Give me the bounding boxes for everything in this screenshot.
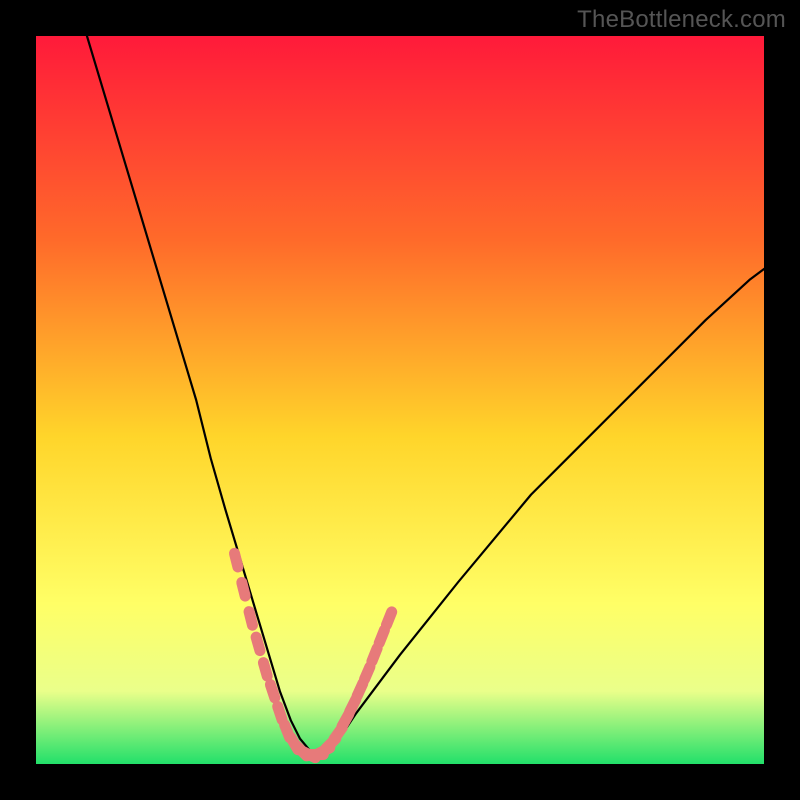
watermark-text: TheBottleneck.com xyxy=(577,6,786,34)
highlight-dot xyxy=(379,630,384,643)
chart-svg xyxy=(36,36,764,764)
highlight-dot xyxy=(249,612,252,626)
highlight-dot xyxy=(270,685,274,698)
highlight-dot xyxy=(235,553,238,567)
highlight-dot xyxy=(364,667,370,680)
outer-frame: TheBottleneck.com xyxy=(0,0,800,800)
highlight-dot xyxy=(256,637,260,650)
plot-area xyxy=(36,36,764,764)
highlight-dot xyxy=(350,700,356,713)
highlight-dot xyxy=(242,582,245,596)
highlight-dot xyxy=(263,663,267,676)
highlight-dot xyxy=(386,612,391,625)
highlight-dot xyxy=(278,706,282,719)
highlight-dot xyxy=(357,683,363,696)
highlight-dot xyxy=(372,648,377,661)
